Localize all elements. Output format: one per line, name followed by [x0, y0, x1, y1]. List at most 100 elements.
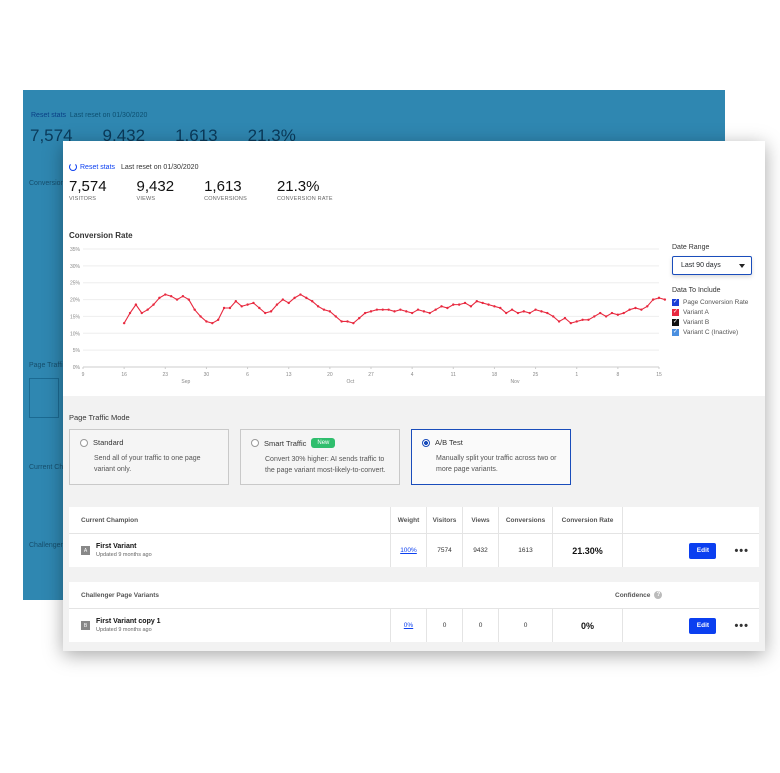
- checkbox-variant-c[interactable]: ✓ Variant C (Inactive): [672, 329, 752, 336]
- data-point: [487, 303, 490, 306]
- data-point: [452, 303, 455, 306]
- data-point: [293, 296, 296, 300]
- data-point: [557, 320, 561, 323]
- data-point: [610, 311, 614, 315]
- conversions-value: 1613: [498, 534, 552, 567]
- data-point: [134, 303, 138, 306]
- data-point: [440, 305, 443, 308]
- stats-summary: 7,574 VISITORS 9,432 VIEWS 1,613 CONVERSION…: [69, 178, 363, 203]
- stat-views: 9,432 VIEWS: [136, 178, 175, 203]
- data-point: [228, 306, 232, 310]
- variant-name: First Variant: [96, 543, 137, 550]
- champion-title: Current Champion: [81, 516, 139, 524]
- reset-stats-link[interactable]: Reset stats: [69, 163, 115, 171]
- champion-table: Current Champion Weight Visitors Views C…: [69, 507, 759, 567]
- data-point: [640, 308, 643, 311]
- data-point: [493, 305, 496, 308]
- data-point: [552, 315, 555, 318]
- data-point: [128, 311, 132, 315]
- x-tick-label: 16: [121, 372, 127, 378]
- more-options-icon[interactable]: •••: [734, 545, 749, 557]
- data-point: [346, 320, 349, 323]
- data-point: [475, 300, 478, 303]
- data-point: [646, 305, 649, 308]
- y-tick-label: 5%: [73, 348, 81, 354]
- data-point: [152, 303, 155, 306]
- y-tick-label: 20%: [70, 298, 81, 304]
- variant-updated: Updated 9 months ago: [96, 627, 152, 633]
- table-row: A First Variant Updated 9 months ago 100%…: [69, 534, 759, 567]
- x-tick-label: 6: [246, 372, 249, 378]
- data-point: [463, 301, 467, 305]
- traffic-option-smart[interactable]: Smart Traffic New Convert 30% higher: AI …: [240, 429, 400, 485]
- data-point: [387, 308, 390, 311]
- visitors-value: 7574: [426, 534, 462, 567]
- data-point: [422, 310, 426, 313]
- data-point: [140, 311, 143, 315]
- data-point: [599, 311, 602, 315]
- month-label: Nov: [511, 379, 520, 385]
- conversion-rate-value: 0%: [552, 609, 622, 642]
- data-point: [581, 318, 584, 321]
- traffic-option-standard[interactable]: Standard Send all of your traffic to one…: [69, 429, 229, 485]
- conversion-rate-value: 21.30%: [552, 534, 622, 567]
- data-point: [622, 311, 625, 315]
- data-point: [399, 308, 402, 311]
- x-tick-label: 13: [286, 372, 292, 378]
- checkbox-page-conversion-rate[interactable]: ✓ Page Conversion Rate: [672, 299, 752, 306]
- challenger-table: Challenger Page Variants Confidence ? B …: [69, 582, 759, 642]
- data-point: [405, 310, 408, 313]
- y-tick-label: 35%: [70, 247, 81, 253]
- check-icon: ✓: [672, 309, 679, 316]
- x-tick-label: 30: [204, 372, 210, 378]
- data-point: [358, 316, 361, 320]
- variant-icon: B: [81, 621, 90, 630]
- weight-link[interactable]: 0%: [404, 622, 413, 629]
- checkbox-variant-a[interactable]: ✓ Variant A: [672, 309, 752, 316]
- conversions-value: 0: [498, 609, 552, 642]
- data-point: [305, 296, 308, 300]
- data-point: [287, 301, 290, 305]
- data-point: [563, 316, 567, 320]
- check-icon: ✓: [672, 299, 679, 306]
- data-point: [328, 310, 332, 313]
- data-point: [393, 310, 396, 313]
- y-tick-label: 10%: [70, 331, 81, 337]
- edit-button[interactable]: Edit: [689, 542, 717, 559]
- traffic-option-ab-test[interactable]: A/B Test Manually split your traffic acr…: [411, 429, 571, 485]
- data-point: [510, 308, 514, 311]
- stats-card: Reset stats Last reset on 01/30/2020 7,5…: [63, 141, 765, 651]
- date-range-heading: Date Range: [672, 244, 710, 251]
- checkbox-variant-b[interactable]: ✓ Variant B: [672, 319, 752, 326]
- views-value: 0: [462, 609, 498, 642]
- y-tick-label: 30%: [70, 264, 81, 270]
- help-icon[interactable]: ?: [654, 591, 663, 599]
- y-tick-label: 0%: [73, 365, 81, 371]
- data-point: [616, 313, 620, 316]
- data-point: [187, 298, 190, 301]
- x-tick-label: 25: [533, 372, 539, 378]
- weight-link[interactable]: 100%: [400, 547, 417, 554]
- data-point: [264, 311, 267, 315]
- date-range-select[interactable]: Last 90 days: [672, 256, 752, 275]
- x-tick-label: 23: [163, 372, 169, 378]
- data-point: [534, 308, 537, 311]
- x-tick-label: 9: [82, 372, 85, 378]
- y-tick-label: 15%: [70, 314, 81, 320]
- col-weight: Weight: [390, 507, 426, 533]
- x-tick-label: 20: [327, 372, 333, 378]
- more-options-icon[interactable]: •••: [734, 620, 749, 632]
- data-point: [258, 306, 261, 310]
- data-point: [528, 311, 531, 315]
- data-point: [587, 318, 590, 321]
- traffic-mode-title: Page Traffic Mode: [69, 413, 130, 422]
- data-point: [311, 300, 314, 303]
- data-point: [369, 310, 373, 313]
- x-tick-label: 11: [451, 372, 456, 378]
- chart-title: Conversion Rate: [69, 231, 133, 240]
- data-point: [481, 301, 484, 305]
- edit-button[interactable]: Edit: [689, 617, 717, 634]
- series-line: [123, 293, 666, 324]
- data-point: [499, 306, 502, 310]
- col-conversion-rate: Conversion Rate: [552, 507, 622, 533]
